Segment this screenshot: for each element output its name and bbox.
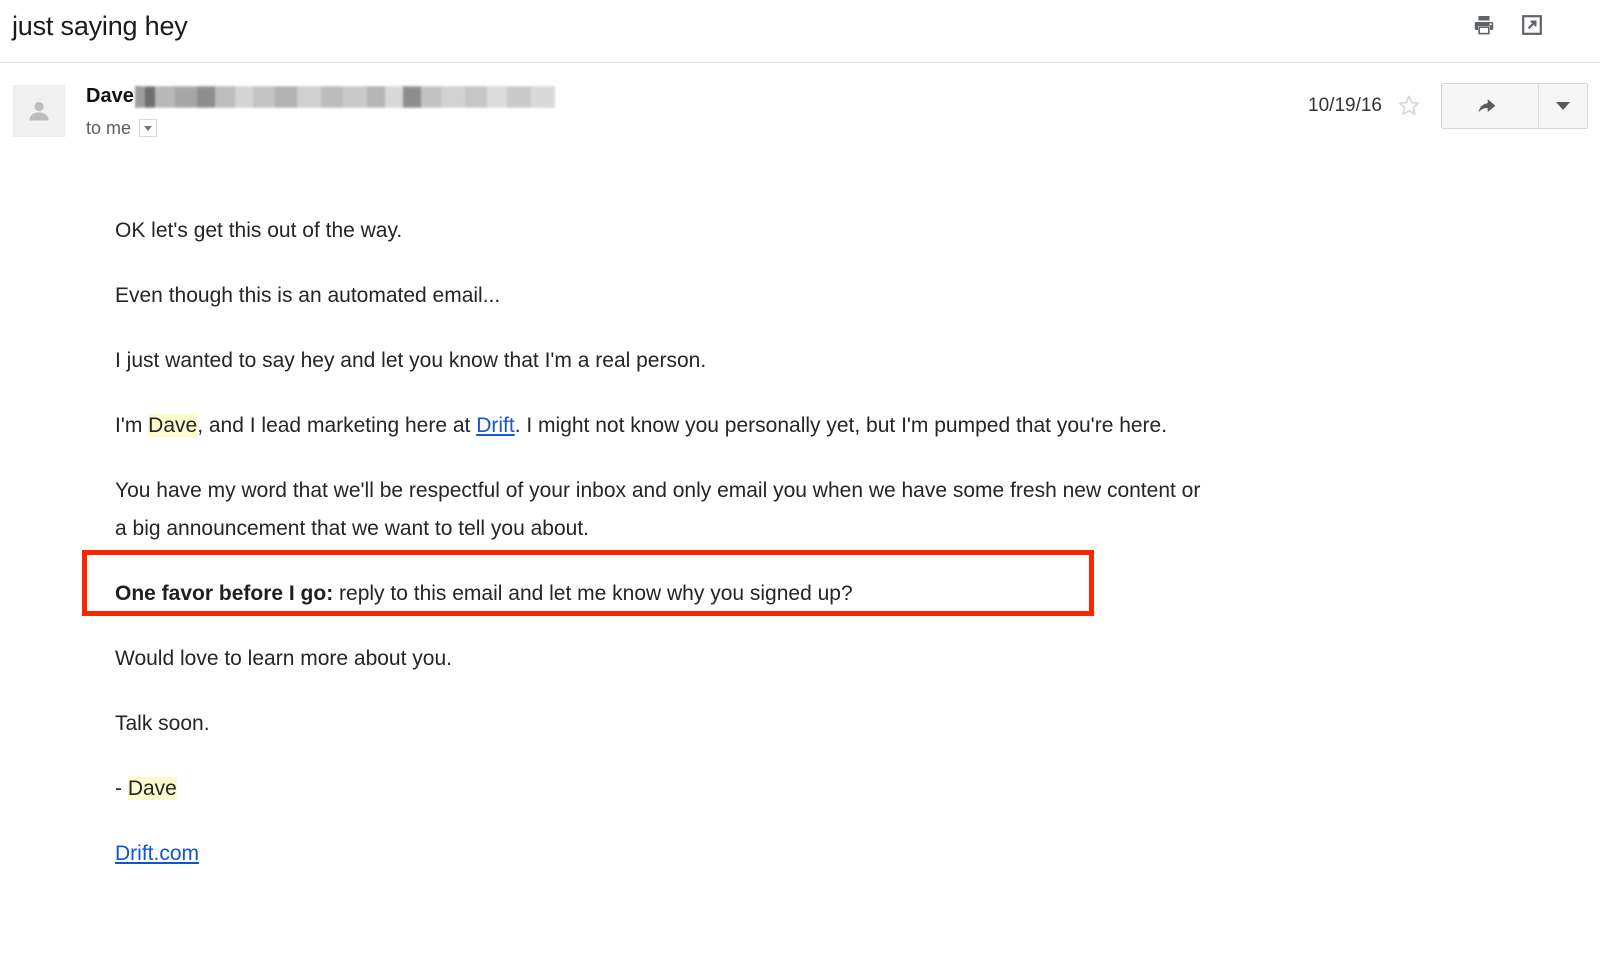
- favor-rest: reply to this email and let me know why …: [333, 582, 853, 605]
- page-title: just saying hey: [12, 11, 188, 41]
- message-date: 10/19/16: [1308, 95, 1382, 116]
- p4-text-a: I'm: [115, 414, 149, 437]
- avatar: [13, 85, 65, 137]
- favor-label: One favor before I go:: [115, 582, 334, 605]
- p4-text-c: . I might not know you personally yet, b…: [514, 414, 1168, 437]
- drift-com-link[interactable]: Drift.com: [115, 842, 199, 865]
- open-in-new-window-icon[interactable]: [1519, 12, 1545, 38]
- reply-button-group[interactable]: [1441, 83, 1588, 129]
- signature-highlighted-name: Dave: [127, 777, 177, 800]
- sender-email-redacted: [134, 86, 555, 108]
- sender-line: Dave: [86, 83, 555, 109]
- subject-bar: just saying hey: [0, 0, 1600, 63]
- body-paragraph-1: OK let's get this out of the way.: [115, 219, 403, 242]
- sender-block: Dave to me: [86, 83, 555, 139]
- recipient-line[interactable]: to me: [86, 117, 555, 139]
- reply-button[interactable]: [1442, 84, 1539, 128]
- star-outline-icon[interactable]: [1395, 92, 1423, 120]
- p4-text-b: , and I lead marketing here at: [197, 414, 477, 437]
- drift-link[interactable]: Drift: [476, 414, 515, 437]
- body-paragraph-2: Even though this is an automated email..…: [115, 284, 501, 307]
- message-header-actions: 10/19/16: [1308, 83, 1588, 129]
- sender-name: Dave: [86, 85, 134, 107]
- message-body: OK let's get this out of the way. Even t…: [82, 212, 1215, 900]
- recipient-label: to me: [86, 118, 132, 138]
- message-header: Dave to me 10/19/16: [0, 63, 1600, 163]
- reply-options-button[interactable]: [1539, 84, 1587, 128]
- body-paragraph-6: One favor before I go: reply to this ema…: [115, 575, 1215, 613]
- body-paragraph-8: Talk soon.: [115, 712, 210, 735]
- print-icon[interactable]: [1471, 12, 1497, 38]
- body-paragraph-3: I just wanted to say hey and let you kno…: [115, 349, 707, 372]
- signature-line: - Dave: [115, 770, 1215, 808]
- body-paragraph-5: You have my word that we'll be respectfu…: [115, 479, 1201, 540]
- signature-dash: -: [115, 777, 128, 800]
- body-paragraph-7: Would love to learn more about you.: [115, 647, 452, 670]
- highlighted-name: Dave: [148, 414, 198, 437]
- footer-link-paragraph: Drift.com: [115, 835, 1215, 873]
- chevron-down-icon[interactable]: [139, 119, 158, 137]
- subject-actions: [1471, 12, 1545, 38]
- body-paragraph-4: I'm Dave, and I lead marketing here at D…: [115, 407, 1215, 445]
- annotated-call-to-action: One favor before I go: reply to this ema…: [82, 550, 1215, 616]
